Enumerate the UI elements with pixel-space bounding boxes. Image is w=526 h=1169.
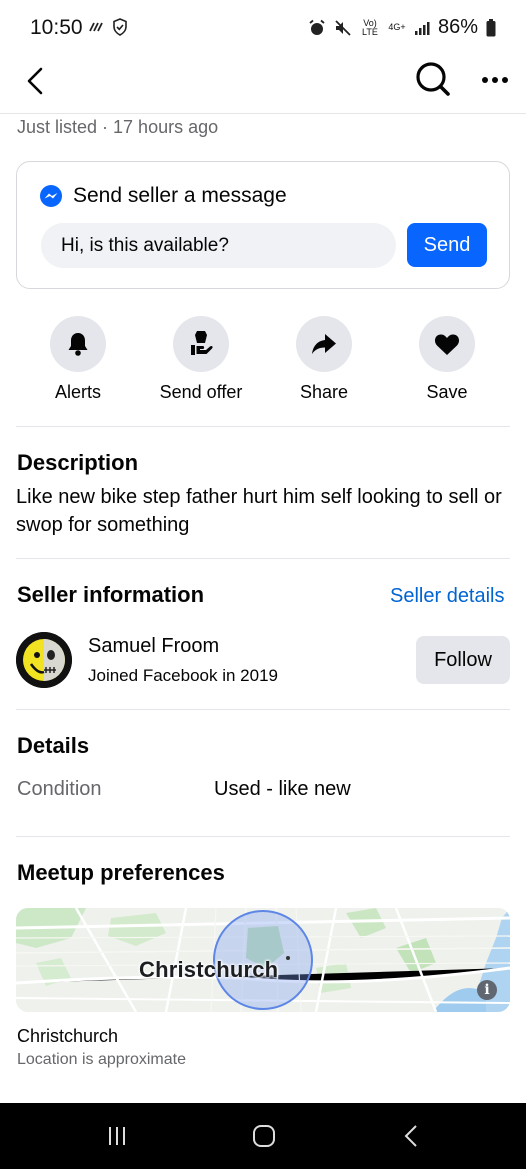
alerts-button[interactable]: Alerts bbox=[23, 316, 133, 403]
alerts-label: Alerts bbox=[54, 382, 101, 402]
status-bar: 10:50 Vo) LTE 4G+ 86% bbox=[0, 0, 526, 58]
data-activity-icon bbox=[89, 22, 103, 32]
more-horizontal-icon bbox=[482, 77, 508, 83]
condition-value: Used - like new bbox=[214, 778, 351, 800]
divider bbox=[16, 558, 510, 559]
search-button[interactable] bbox=[414, 60, 454, 100]
save-button[interactable]: Save bbox=[392, 316, 502, 403]
battery-icon bbox=[486, 18, 496, 36]
condition-label: Condition bbox=[17, 778, 102, 800]
description-title: Description bbox=[17, 450, 139, 475]
save-label: Save bbox=[426, 382, 468, 402]
seller-details-link[interactable]: Seller details bbox=[390, 585, 505, 608]
app-bar bbox=[0, 58, 526, 114]
offer-hand-icon bbox=[191, 331, 213, 355]
search-icon bbox=[416, 62, 450, 96]
heart-icon bbox=[434, 333, 460, 355]
smiley-skull-avatar bbox=[16, 632, 72, 688]
system-nav-bar bbox=[0, 1103, 526, 1169]
message-input[interactable] bbox=[41, 223, 396, 268]
info-icon[interactable]: i bbox=[477, 980, 497, 1000]
message-card-title: Send seller a message bbox=[73, 184, 287, 207]
recents-button[interactable] bbox=[97, 1119, 137, 1153]
send-offer-button[interactable]: Send offer bbox=[146, 316, 256, 403]
share-button[interactable]: Share bbox=[269, 316, 379, 403]
map-city-label: Christchurch bbox=[139, 957, 279, 982]
status-time: 10:50 bbox=[30, 16, 83, 39]
messenger-icon bbox=[40, 185, 62, 207]
back-button[interactable] bbox=[18, 62, 52, 100]
home-icon bbox=[253, 1125, 275, 1147]
shield-check-icon bbox=[113, 18, 127, 36]
location-name: Christchurch bbox=[17, 1026, 119, 1046]
share-label: Share bbox=[299, 382, 349, 402]
signal-icon bbox=[414, 21, 430, 35]
alarm-icon bbox=[309, 19, 325, 35]
follow-button[interactable]: Follow bbox=[416, 636, 510, 684]
divider bbox=[16, 709, 510, 710]
divider bbox=[16, 426, 510, 427]
chevron-left-icon bbox=[27, 67, 43, 95]
bell-icon bbox=[68, 333, 88, 356]
lte-indicator: Vo) LTE bbox=[362, 17, 378, 37]
seller-name[interactable]: Samuel Froom bbox=[88, 635, 219, 658]
divider bbox=[16, 836, 510, 837]
send-button[interactable]: Send bbox=[407, 223, 487, 267]
nav-back-icon bbox=[404, 1125, 417, 1147]
home-button[interactable] bbox=[244, 1119, 284, 1153]
avatar[interactable] bbox=[16, 632, 72, 688]
location-map[interactable]: Christchurch i bbox=[16, 908, 510, 1012]
system-back-button[interactable] bbox=[391, 1119, 431, 1153]
action-buttons: Alerts Send offer Share Save bbox=[0, 316, 526, 406]
listed-time: Just listed · 17 hours ago bbox=[17, 117, 219, 137]
recents-icon bbox=[109, 1127, 125, 1145]
details-title: Details bbox=[17, 733, 90, 758]
seller-info-title: Seller information bbox=[17, 582, 205, 607]
meetup-title: Meetup preferences bbox=[17, 860, 225, 885]
4g-indicator: 4G+ bbox=[388, 22, 406, 32]
share-arrow-icon bbox=[312, 334, 336, 354]
mute-icon bbox=[335, 19, 351, 36]
location-note: Location is approximate bbox=[17, 1051, 186, 1068]
more-options-button[interactable] bbox=[478, 60, 512, 100]
send-offer-label: Send offer bbox=[159, 382, 243, 402]
description-text: Like new bike step father hurt him self … bbox=[16, 486, 502, 536]
message-seller-card: Send seller a message Send bbox=[16, 161, 510, 289]
seller-joined: Joined Facebook in 2019 bbox=[88, 666, 278, 685]
battery-percent: 86% bbox=[437, 16, 478, 38]
